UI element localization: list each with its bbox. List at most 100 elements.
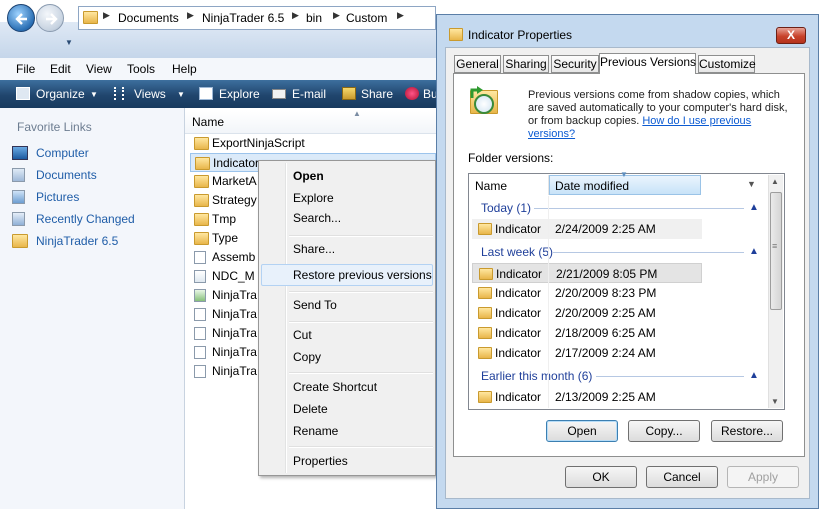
menu-separator	[289, 446, 433, 448]
folder-icon	[449, 28, 463, 41]
version-name: Indicator	[495, 222, 542, 236]
folder-icon	[194, 232, 209, 245]
breadcrumb-separator-icon[interactable]: ▶	[187, 10, 194, 21]
folder-versions-label: Folder versions:	[468, 151, 554, 165]
tab-general[interactable]: General	[454, 55, 501, 73]
address-box[interactable]: ▶ Documents ▶ NinjaTrader 6.5 ▶ bin ▶ Cu…	[78, 6, 436, 30]
open-version-button[interactable]: Open	[546, 420, 618, 442]
explore-button[interactable]: Explore	[219, 87, 260, 101]
version-row[interactable]: Indicator 2/20/2009 2:25 AM	[472, 303, 702, 323]
organize-button[interactable]: Organize	[36, 87, 85, 101]
apply-button[interactable]: Apply	[727, 466, 799, 488]
menu-file[interactable]: File	[16, 62, 35, 76]
share-button[interactable]: Share	[361, 87, 393, 101]
folder-icon	[194, 194, 209, 207]
file-name: NinjaTra	[212, 288, 257, 302]
group-header-today[interactable]: Today (1)	[481, 201, 531, 215]
group-header-last-week[interactable]: Last week (5)	[481, 245, 553, 259]
column-header-date-modified[interactable]: Date modified ▼	[549, 170, 701, 195]
tab-customize[interactable]: Customize	[698, 55, 756, 73]
views-button[interactable]: Views	[134, 87, 166, 101]
menu-view[interactable]: View	[86, 62, 112, 76]
menu-item-create-shortcut[interactable]: Create Shortcut	[293, 380, 377, 394]
tab-security[interactable]: Security	[551, 55, 599, 73]
version-row[interactable]: Indicator 2/18/2009 6:25 AM	[472, 323, 702, 343]
breadcrumb-bin[interactable]: bin	[306, 11, 322, 25]
breadcrumb-documents[interactable]: Documents	[118, 11, 179, 25]
column-header-name[interactable]: Name ▲	[185, 109, 436, 134]
file-name: NinjaTra	[212, 326, 257, 340]
version-row[interactable]: Indicator 2/20/2009 8:23 PM	[472, 283, 702, 303]
email-button[interactable]: E-mail	[292, 87, 326, 101]
menu-item-open[interactable]: Open	[293, 169, 324, 183]
menu-help[interactable]: Help	[172, 62, 197, 76]
collapse-chevron-icon[interactable]: ▲	[749, 202, 759, 213]
group-divider	[553, 252, 744, 253]
version-row[interactable]: Indicator 2/17/2009 2:24 AM	[472, 343, 702, 363]
version-row[interactable]: Indicator 2/24/2009 2:25 AM	[472, 219, 702, 239]
menu-item-share[interactable]: Share...	[293, 242, 335, 256]
file-name: Strategy	[212, 193, 257, 207]
group-header-earlier-this-month[interactable]: Earlier this month (6)	[481, 369, 592, 383]
chevron-down-icon[interactable]: ▼	[90, 90, 98, 99]
grip-icon: ≡	[772, 241, 778, 251]
menu-item-properties[interactable]: Properties	[293, 454, 348, 468]
breadcrumb-separator-icon[interactable]: ▶	[292, 10, 299, 21]
group-divider	[596, 376, 744, 377]
collapse-chevron-icon[interactable]: ▲	[749, 370, 759, 381]
recently-changed-icon	[12, 212, 25, 226]
dialog-title: Indicator Properties	[468, 28, 573, 42]
recent-pages-dropdown-icon[interactable]: ▼	[65, 38, 73, 47]
breadcrumb-separator-icon[interactable]: ▶	[397, 10, 404, 21]
version-name: Indicator	[496, 267, 543, 281]
folder-icon	[478, 287, 492, 299]
command-toolbar: Organize ▼ Views ▼ Explore E-mail Share …	[0, 80, 438, 108]
menu-edit[interactable]: Edit	[50, 62, 71, 76]
breadcrumb-separator-icon[interactable]: ▶	[103, 10, 110, 21]
favorite-label: Pictures	[36, 190, 80, 204]
tab-sharing[interactable]: Sharing	[503, 55, 549, 73]
menu-item-delete[interactable]: Delete	[293, 402, 328, 416]
close-icon: X	[786, 28, 795, 42]
scroll-down-icon[interactable]: ▼	[771, 397, 779, 406]
forward-button[interactable]	[36, 4, 64, 32]
menu-item-cut[interactable]: Cut	[293, 328, 312, 342]
menu-item-copy[interactable]: Copy	[293, 350, 321, 364]
file-icon	[194, 251, 206, 264]
menu-item-restore-previous-versions[interactable]: Restore previous versions	[293, 268, 432, 282]
column-dropdown-icon[interactable]: ▼	[747, 179, 756, 189]
folder-icon	[478, 347, 492, 359]
folder-icon	[83, 11, 98, 24]
favorite-label: Computer	[36, 146, 89, 160]
scroll-thumb[interactable]	[770, 192, 782, 310]
back-button[interactable]	[7, 4, 35, 32]
file-name: Assemb	[212, 250, 256, 264]
version-name: Indicator	[495, 346, 542, 360]
file-name: NinjaTra	[212, 345, 257, 359]
tab-previous-versions[interactable]: Previous Versions	[599, 53, 696, 74]
breadcrumb-separator-icon[interactable]: ▶	[333, 10, 340, 21]
breadcrumb-ninjatrader[interactable]: NinjaTrader 6.5	[202, 11, 284, 25]
column-header-label: Name	[192, 115, 225, 129]
menu-item-send-to[interactable]: Send To	[293, 298, 337, 312]
menu-item-search[interactable]: Search...	[293, 211, 341, 225]
scroll-up-icon[interactable]: ▲	[771, 177, 779, 186]
breadcrumb-custom[interactable]: Custom	[346, 11, 387, 25]
menu-item-rename[interactable]: Rename	[293, 424, 338, 438]
file-name: NDC_M	[212, 269, 255, 283]
restore-version-button[interactable]: Restore...	[711, 420, 783, 442]
collapse-chevron-icon[interactable]: ▲	[749, 246, 759, 257]
column-header-name[interactable]: Name	[469, 175, 549, 195]
version-row-selected[interactable]: Indicator 2/21/2009 8:05 PM	[472, 263, 702, 283]
ok-button[interactable]: OK	[565, 466, 637, 488]
copy-version-button[interactable]: Copy...	[628, 420, 700, 442]
cancel-button[interactable]: Cancel	[646, 466, 718, 488]
close-button[interactable]: X	[776, 27, 806, 44]
chevron-down-icon[interactable]: ▼	[177, 90, 185, 99]
menu-item-explore[interactable]: Explore	[293, 191, 334, 205]
menu-tools[interactable]: Tools	[127, 62, 155, 76]
version-date: 2/18/2009 6:25 AM	[555, 326, 656, 340]
folder-icon	[12, 234, 28, 248]
version-row[interactable]: Indicator 2/13/2009 2:25 AM	[472, 387, 702, 407]
organize-icon	[16, 87, 30, 100]
